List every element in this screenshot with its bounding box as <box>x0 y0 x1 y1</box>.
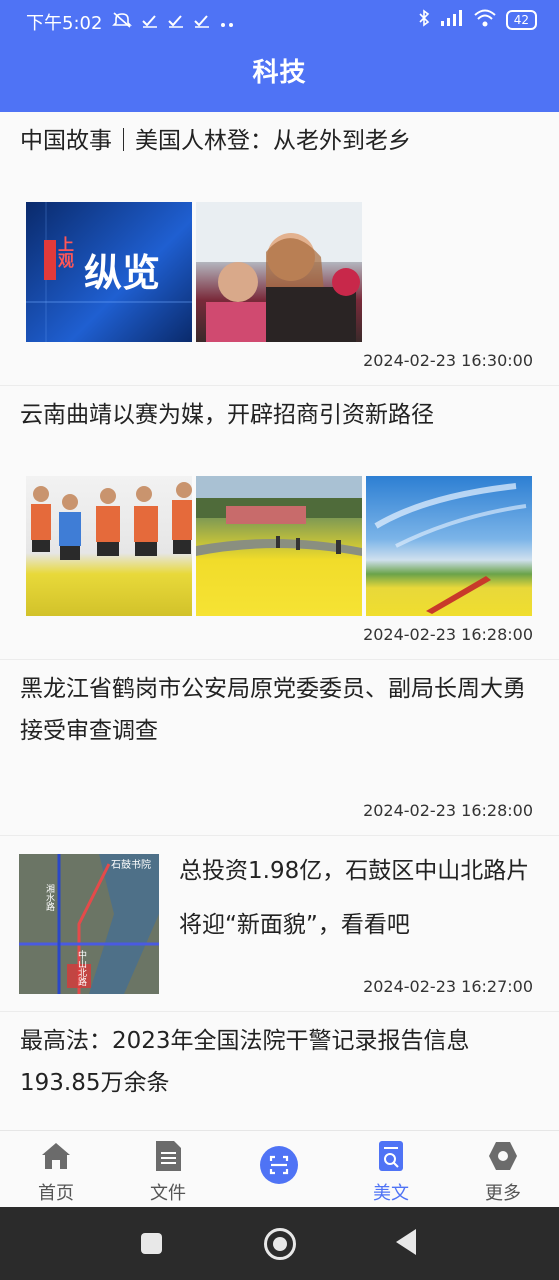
news-title: 总投资1.98亿，石鼓区中山北路片将迎“新面貌”，看看吧 <box>179 858 530 938</box>
nav-label: 首页 <box>38 1183 74 1204</box>
system-nav-bar <box>0 1207 559 1280</box>
signal-icon <box>440 10 464 30</box>
news-title: 最高法：2023年全国法院干警记录报告信息193.85万余条 <box>20 1028 470 1096</box>
news-photo <box>366 476 532 616</box>
bluetooth-icon <box>418 9 430 31</box>
nav-item-scan[interactable] <box>224 1131 336 1208</box>
nav-item-file[interactable]: 文件 <box>112 1131 224 1208</box>
home-icon <box>36 1139 76 1173</box>
more-dots-icon <box>220 12 236 33</box>
status-bar: 下午5:02 42 <box>0 0 559 40</box>
page-title: 科技 <box>252 58 307 88</box>
thumb-badge: 上观 <box>55 236 74 268</box>
status-time: 下午5:02 <box>26 13 103 34</box>
mute-icon <box>112 11 133 34</box>
news-photo <box>196 476 362 616</box>
nav-label: 文件 <box>150 1183 186 1204</box>
home-button[interactable] <box>264 1228 296 1260</box>
news-title: 中国故事｜美国人林登：从老外到老乡 <box>20 128 411 154</box>
back-button[interactable] <box>396 1229 416 1255</box>
scan-icon <box>259 1145 299 1185</box>
news-item[interactable]: 中国故事｜美国人林登：从老外到老乡 上观 纵览 2024-02-23 16:30… <box>0 112 559 386</box>
news-time: 2024-02-23 16:28:00 <box>363 801 533 820</box>
news-time: 2024-02-23 16:27:00 <box>363 977 533 996</box>
news-thumbnail: 上观 纵览 <box>26 202 192 342</box>
article-search-icon <box>371 1139 411 1173</box>
map-label: 湘水路 <box>44 884 54 911</box>
thumb-text: 纵览 <box>84 251 161 295</box>
news-item[interactable]: 石鼓书院 湘水路 中山北路 总投资1.98亿，石鼓区中山北路片将迎“新面貌”，看… <box>0 836 559 1012</box>
check-icon <box>142 12 158 33</box>
news-title: 黑龙江省鹤岗市公安局原党委委员、副局长周大勇接受审查调查 <box>20 676 526 744</box>
nav-item-home[interactable]: 首页 <box>0 1131 112 1208</box>
nav-label: 美文 <box>373 1183 409 1204</box>
map-label: 石鼓书院 <box>111 860 151 871</box>
news-feed[interactable]: 中国故事｜美国人林登：从老外到老乡 上观 纵览 2024-02-23 16:30… <box>0 112 559 1130</box>
battery-icon: 42 <box>505 10 537 30</box>
app-header: 下午5:02 42 科技 <box>0 0 559 112</box>
document-icon <box>148 1139 188 1173</box>
nav-item-more[interactable]: 更多 <box>447 1131 559 1208</box>
news-photo <box>196 202 362 342</box>
news-item[interactable]: 黑龙江省鹤岗市公安局原党委委员、副局长周大勇接受审查调查 2024-02-23 … <box>0 660 559 836</box>
news-time: 2024-02-23 16:30:00 <box>363 351 533 370</box>
hexagon-icon <box>483 1139 523 1173</box>
recents-button[interactable] <box>141 1233 162 1254</box>
news-photo <box>26 476 192 616</box>
news-time: 2024-02-23 16:28:00 <box>363 625 533 644</box>
check-icon <box>168 12 184 33</box>
news-item[interactable]: 最高法：2023年全国法院干警记录报告信息193.85万余条 <box>0 1012 559 1130</box>
nav-item-article[interactable]: 美文 <box>335 1131 447 1208</box>
wifi-icon <box>474 9 496 31</box>
news-map-thumbnail: 石鼓书院 湘水路 中山北路 <box>19 854 159 994</box>
check-icon <box>194 12 210 33</box>
nav-label: 更多 <box>485 1183 521 1204</box>
news-title: 云南曲靖以赛为媒，开辟招商引资新路径 <box>20 402 434 428</box>
bottom-nav: 首页 文件 美文 更多 <box>0 1130 559 1208</box>
news-item[interactable]: 云南曲靖以赛为媒，开辟招商引资新路径 2024-02-23 16:28:00 <box>0 386 559 660</box>
map-label: 中山北路 <box>76 950 86 986</box>
